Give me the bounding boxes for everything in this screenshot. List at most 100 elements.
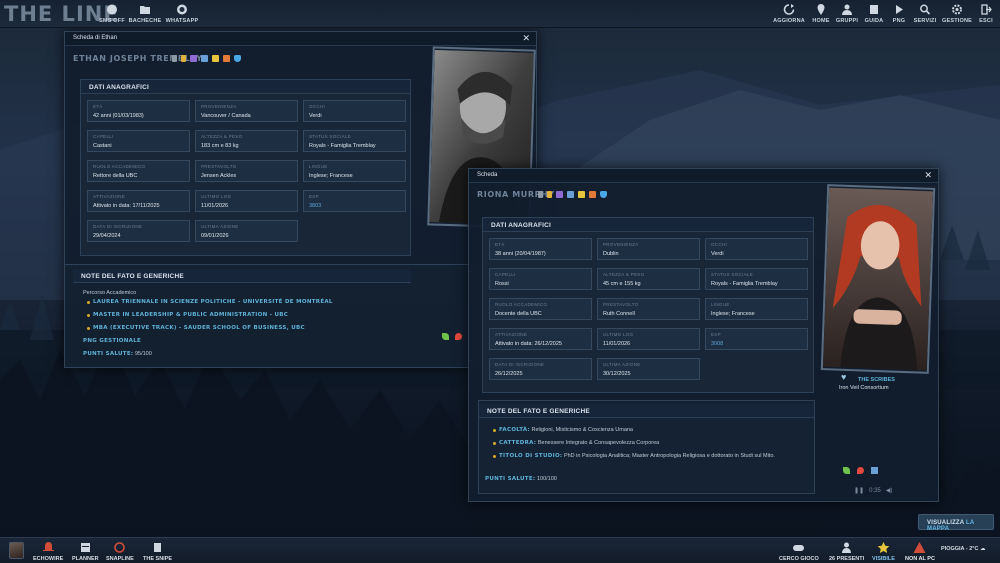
info-field: ETÀ 38 anni (20/04/1987)	[489, 238, 592, 260]
window-titlebar[interactable]: Scheda di Ethan ✕	[65, 32, 536, 46]
snapline-button[interactable]: SNAPLINE	[106, 542, 134, 562]
lightning-icon[interactable]	[547, 191, 552, 198]
note-item: MASTER IN LEADERSHIP & PUBLIC ADMINISTRA…	[93, 312, 289, 318]
field-value: Docente della UBC	[495, 311, 542, 317]
planner-button[interactable]: PLANNER	[72, 542, 99, 562]
info-field: ALTEZZA & PESO 45 cm e 155 kg	[597, 268, 700, 290]
info-field: ATTIVAZIONE Attivato in data: 17/11/2025	[87, 190, 190, 212]
section-title: DATI ANAGRAFICI	[483, 218, 813, 232]
field-label: STATUS SOCIALE	[309, 134, 352, 139]
notes-intro: Percorso Accademico	[83, 290, 137, 296]
shield-icon[interactable]	[600, 191, 607, 198]
whatsapp-button[interactable]: WHATSAPP	[165, 4, 199, 24]
pin-icon[interactable]	[857, 467, 864, 474]
book-icon	[870, 5, 878, 14]
stats-icon[interactable]	[871, 467, 878, 474]
character-sheet-window-ethan: Scheda di Ethan ✕ ETHAN JOSEPH TREMBLAY …	[64, 31, 537, 368]
close-icon[interactable]: ✕	[924, 170, 932, 181]
leaf-icon[interactable]	[843, 467, 850, 474]
pause-icon[interactable]: ❚❚	[854, 487, 864, 494]
bullet	[493, 429, 496, 432]
bullet	[87, 327, 90, 330]
field-label: LINGUE	[309, 164, 328, 169]
info-field: STATUS SOCIALE Royals - Famiglia Tremblay	[303, 130, 406, 152]
shield-icon[interactable]	[234, 55, 241, 62]
group-name: THE SCRIBES	[858, 377, 895, 383]
gamepad-icon	[793, 545, 805, 551]
sword-icon[interactable]	[172, 55, 177, 62]
gift-icon[interactable]	[223, 55, 230, 62]
non-al-pc-button[interactable]: NON AL PC	[905, 542, 935, 562]
gift-icon[interactable]	[589, 191, 596, 198]
field-value: 42 anni (01/03/1983)	[93, 113, 144, 119]
field-label: ULTIMO LOG	[603, 332, 634, 337]
sword-icon[interactable]	[538, 191, 543, 198]
warning-icon	[913, 542, 926, 553]
field-value: Attivato in data: 17/11/2025	[93, 203, 160, 209]
lightning-icon[interactable]	[181, 55, 186, 62]
field-label: PRESTAVOLTO	[201, 164, 237, 169]
leaf-icon[interactable]	[442, 333, 449, 340]
exit-icon	[981, 4, 992, 15]
user-icon[interactable]	[190, 55, 197, 62]
cerco-gioco-button[interactable]: CERCO GIOCO	[779, 542, 819, 562]
aggiorna-button[interactable]: AGGIORNA	[772, 4, 806, 24]
view-map-button[interactable]: VISUALIZZA LA MAPPA	[918, 514, 994, 532]
field-label: CAPELLI	[93, 134, 114, 139]
field-label: LINGUE	[711, 302, 730, 307]
field-label: ETÀ	[93, 104, 103, 109]
field-label: ALTEZZA & PESO	[201, 134, 243, 139]
info-field: ULTIMA AZIONE 09/01/2026	[195, 220, 298, 242]
sms-off-button[interactable]: SMS OFF	[95, 4, 129, 24]
notes-panel: NOTE DEL FATO E GENERICHE Percorso Accad…	[65, 264, 537, 368]
visibile-button[interactable]: VISIBILE	[872, 542, 895, 562]
servizi-button[interactable]: SERVIZI	[908, 4, 942, 24]
pin-icon[interactable]	[455, 333, 462, 340]
info-field: CAPELLI Castani	[87, 130, 190, 152]
star-icon[interactable]	[212, 55, 219, 62]
field-value: Royals - Famiglia Tremblay	[309, 143, 376, 149]
field-value: 30/12/2025	[603, 371, 631, 377]
volume-icon[interactable]: ◀)	[886, 487, 893, 494]
field-value[interactable]: 3803	[309, 203, 321, 209]
field-label: ATTIVAZIONE	[495, 332, 528, 337]
close-icon[interactable]: ✕	[522, 33, 530, 44]
cloud-rain-icon: ☁	[979, 546, 986, 552]
field-label: RUOLO ACCADEMICO	[495, 302, 548, 307]
the-snipe-button[interactable]: THE SNIPE	[143, 542, 172, 562]
info-field: RUOLO ACCADEMICO Docente della UBC	[489, 298, 592, 320]
field-label: RUOLO ACCADEMICO	[93, 164, 146, 169]
info-field: ETÀ 42 anni (01/03/1983)	[87, 100, 190, 122]
info-field: STATUS SOCIALE Royals - Famiglia Tremblay	[705, 268, 808, 290]
field-label: OCCHI	[711, 242, 727, 247]
bottom-bar: ECHOWIRE PLANNER SNAPLINE THE SNIPE CERC…	[0, 537, 1000, 563]
play-icon	[896, 5, 903, 14]
echowire-button[interactable]: ECHOWIRE	[33, 542, 63, 562]
notes-panel: NOTE DEL FATO E GENERICHE FACOLTÀ: Relig…	[478, 400, 815, 494]
refresh-icon	[783, 4, 795, 15]
esci-button[interactable]: ESCI	[969, 4, 1000, 24]
field-value: 11/01/2026	[603, 341, 631, 347]
info-field: PROVENIENZA Vancouver / Canada	[195, 100, 298, 122]
bacheche-button[interactable]: BACHECHE	[128, 4, 162, 24]
presenti-button[interactable]: 26 PRESENTI	[829, 542, 864, 562]
bell-icon	[42, 542, 54, 551]
star-icon[interactable]	[578, 191, 585, 198]
stats-icon[interactable]	[567, 191, 574, 198]
field-value: Inglese; Francese	[309, 173, 353, 179]
character-sheet-window-riona: Scheda ✕ RIONA MURPHY DATI ANAGRAFICI ET…	[468, 168, 939, 502]
window-title: Scheda di Ethan	[73, 35, 118, 41]
avatar[interactable]	[9, 542, 24, 559]
info-field: PRESTAVOLTO Jensen Ackles	[195, 160, 298, 182]
health-points: PUNTI SALUTE: 95/100	[83, 351, 152, 357]
window-titlebar[interactable]: Scheda ✕	[469, 169, 938, 183]
note-icons	[442, 333, 462, 340]
info-field: RUOLO ACCADEMICO Rettore della UBC	[87, 160, 190, 182]
field-label: DATA DI ISCRIZIONE	[93, 224, 143, 229]
field-value[interactable]: 3008	[711, 341, 723, 347]
info-field: OCCHI Verdi	[303, 100, 406, 122]
bullet	[87, 301, 90, 304]
user-icon[interactable]	[556, 191, 563, 198]
search-icon	[920, 4, 931, 15]
stats-icon[interactable]	[201, 55, 208, 62]
